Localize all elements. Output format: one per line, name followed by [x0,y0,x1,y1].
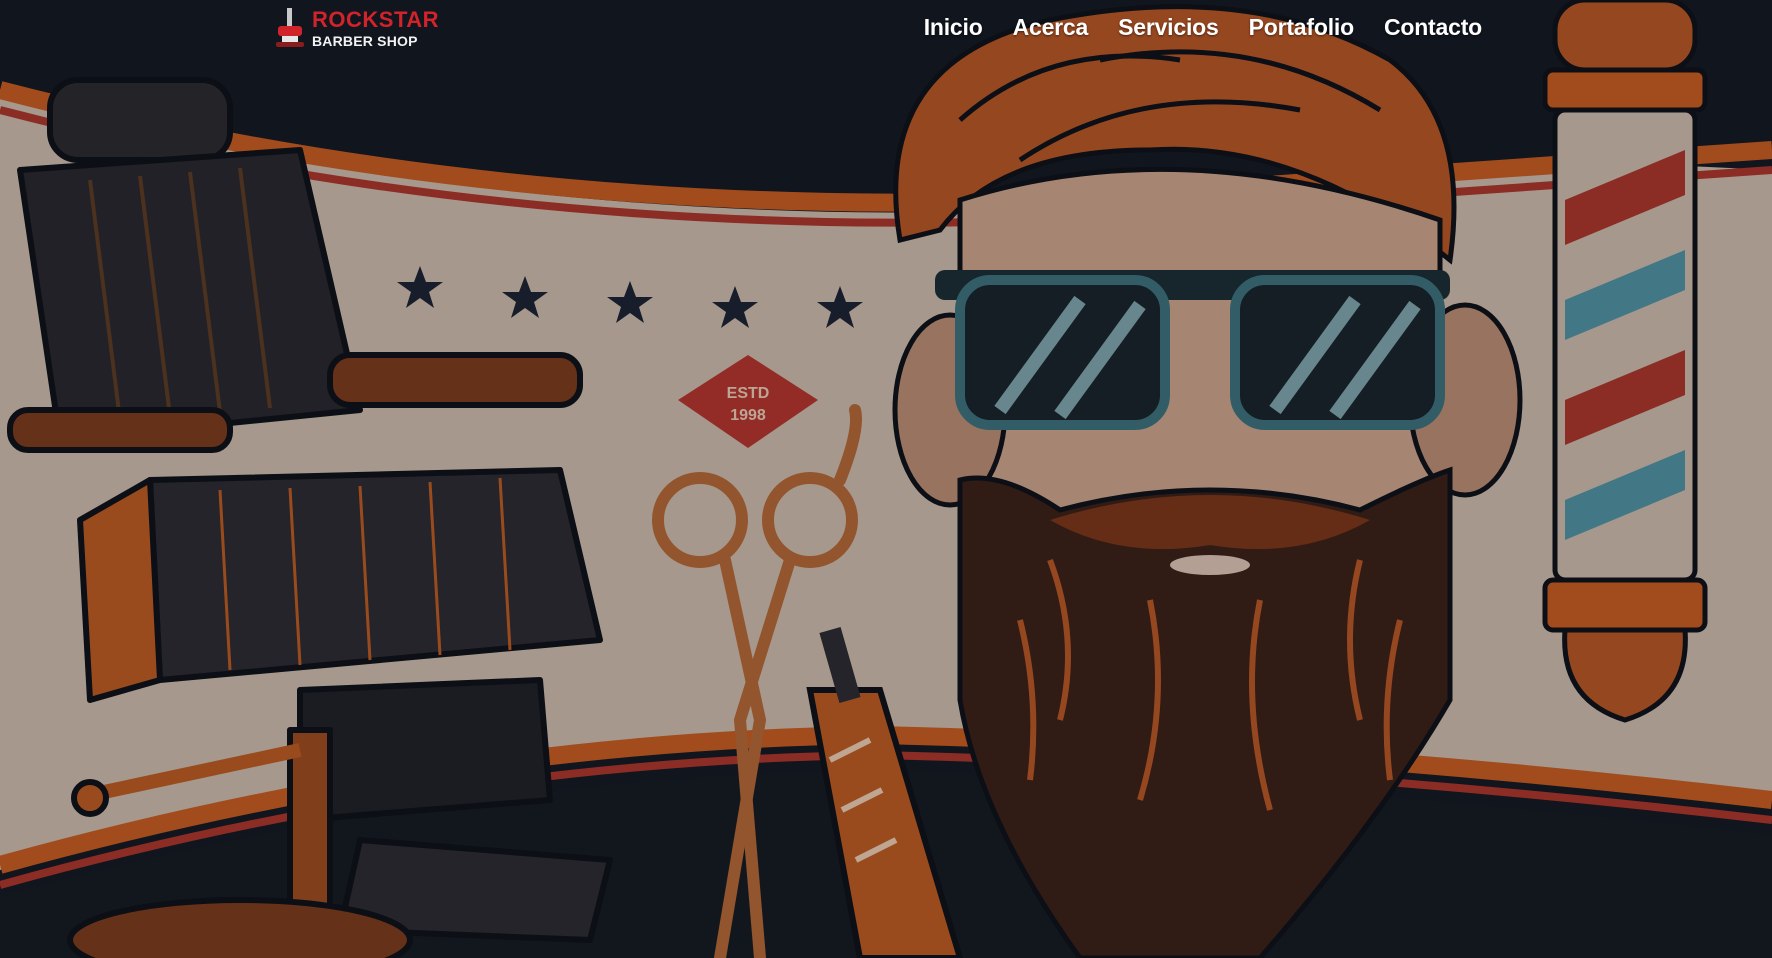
barber-chair-logo-icon [276,8,304,47]
hero-illustration: ESTD 1998 [0,0,1772,958]
barber-pole-icon [1542,0,1708,723]
main-nav: Inicio Acerca Servicios Portafolio Conta… [924,14,1483,41]
nav-item-portafolio[interactable]: Portafolio [1249,14,1355,41]
nav-item-acerca[interactable]: Acerca [1013,14,1089,41]
badge-year: 1998 [730,407,766,424]
nav-item-contacto[interactable]: Contacto [1384,14,1482,41]
page: ESTD 1998 ROCKSTAR BARBER SHOP Inicio Ac… [0,0,1772,958]
brand-name: ROCKSTAR [312,6,440,32]
site-header: ROCKSTAR BARBER SHOP Inicio Acerca Servi… [0,0,1772,70]
nav-item-servicios[interactable]: Servicios [1118,14,1219,41]
brand-tagline: BARBER SHOP [312,32,418,49]
brand-logo[interactable]: ROCKSTAR BARBER SHOP [274,8,439,48]
nav-item-inicio[interactable]: Inicio [924,14,983,41]
badge-estd: ESTD [727,385,770,402]
